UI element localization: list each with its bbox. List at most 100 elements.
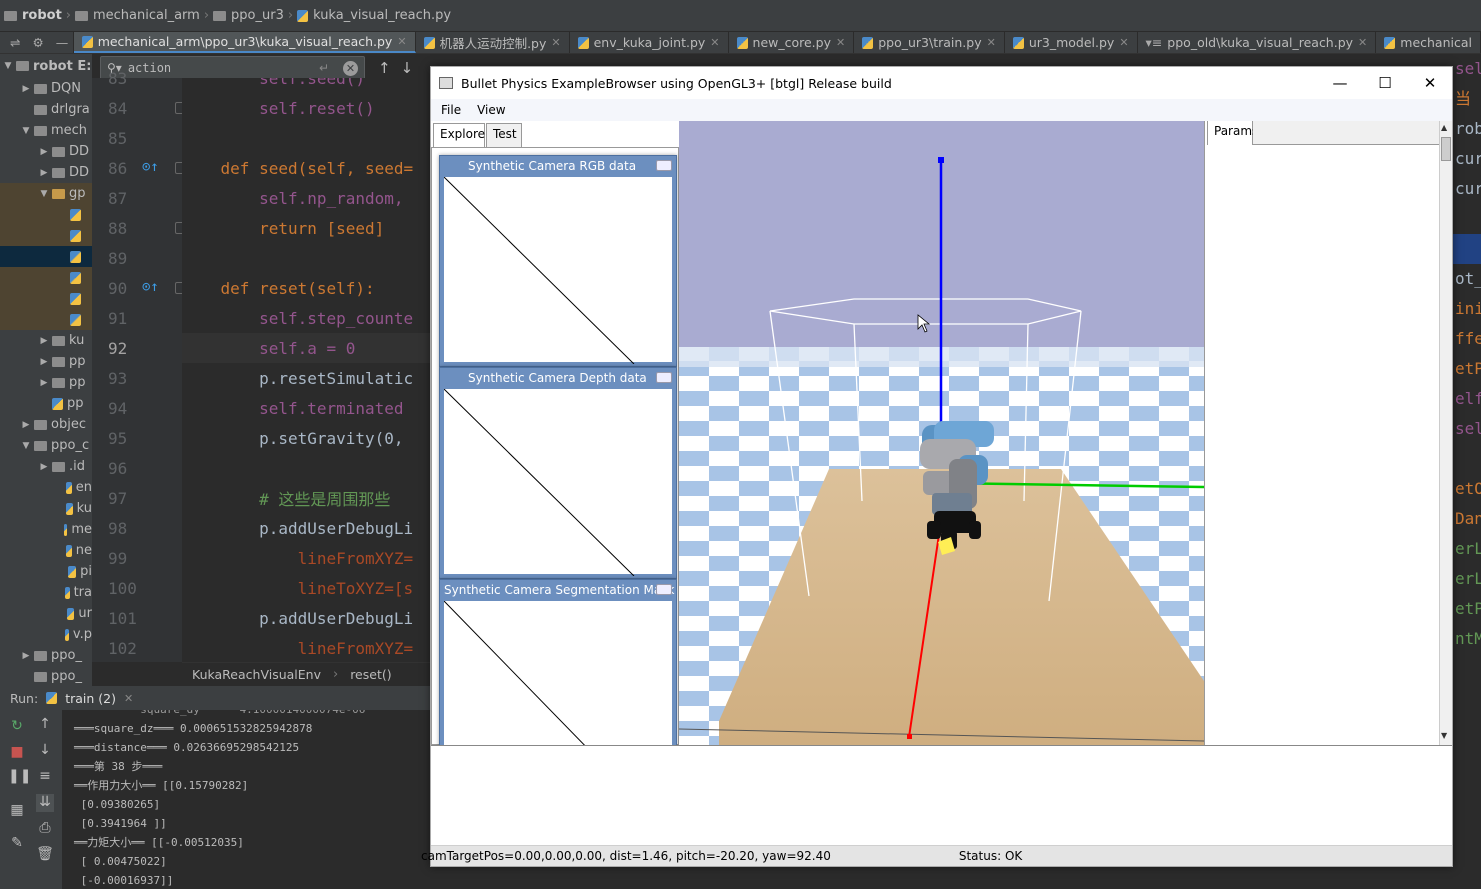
code-editor[interactable]: self.seed() self.reset() def seed(self, … [182,78,432,662]
menu-view[interactable]: View [477,103,505,117]
up-arrow-icon[interactable]: ↑ [36,716,54,734]
down-arrow-icon[interactable]: ↓ [36,742,54,760]
clear-search-icon[interactable]: ✕ [343,60,358,76]
code-line[interactable]: def seed(self, seed= [182,153,432,183]
tab-robot-motion-control[interactable]: 机器人运动控制.py ✕ [416,32,570,53]
override-method-icon[interactable]: ⊙↑ [142,279,160,297]
tab-mechanical[interactable]: mechanical [1376,32,1481,53]
scroll-up-icon[interactable]: ▲ [1441,123,1451,133]
editor-crumb-class[interactable]: KukaReachVisualEnv [192,667,321,682]
project-tree-item[interactable]: ▼ mech [0,120,92,141]
expanded-arrow-icon[interactable]: ▼ [4,61,12,71]
code-line[interactable]: p.addUserDebugLi [182,513,432,543]
print-icon[interactable]: ⎙ [36,820,54,838]
scroll-to-end-icon[interactable]: ⇊ [36,794,54,812]
code-line[interactable]: return [seed] [182,213,432,243]
maximize-icon[interactable]: ☐ [1362,67,1408,99]
code-line[interactable]: lineFromXYZ= [182,543,432,573]
override-method-icon[interactable]: ⊙↑ [142,159,160,177]
code-line[interactable]: lineToXYZ=[s [182,573,432,603]
project-tree-item[interactable]: tra [0,582,92,603]
scroll-down-icon[interactable]: ▼ [1441,731,1451,741]
menu-file[interactable]: File [441,103,461,117]
gear-icon[interactable]: ⚙ [32,35,43,50]
pin-icon[interactable]: ✎ [8,835,26,853]
code-line[interactable]: def reset(self): [182,273,432,303]
tab-explorer[interactable]: Explorer [433,123,490,147]
vertical-scrollbar[interactable]: ▲ ▼ [1439,121,1452,745]
tab-train[interactable]: ppo_ur3\train.py ✕ [854,32,1005,53]
code-line[interactable]: self.step_counte [182,303,432,333]
code-line[interactable]: # 这些是周围那些 [182,483,432,513]
minimize-icon[interactable] [656,372,672,383]
project-tree-item[interactable] [0,225,92,246]
pause-icon[interactable]: ❚❚ [8,768,31,786]
expanded-arrow-icon[interactable]: ▼ [22,126,30,136]
project-tree-item[interactable] [0,267,92,288]
project-tree-item[interactable]: ▶ .id [0,456,92,477]
code-line[interactable]: p.resetSimulatic [182,363,432,393]
collapsed-arrow-icon[interactable]: ▶ [40,336,48,346]
project-tree-item[interactable] [0,309,92,330]
project-tree-item[interactable] [0,246,92,267]
previous-occurrence-icon[interactable]: ↑ [378,59,391,77]
run-config-tab[interactable]: train (2) [65,691,116,706]
layout-icon[interactable]: ▦ [8,802,26,820]
close-icon[interactable]: ✕ [836,36,845,49]
code-line[interactable]: self.a = 0 [182,333,432,363]
project-tree-item[interactable]: drlgra [0,99,92,120]
code-line[interactable]: p.setGravity(0, [182,423,432,453]
minimize-icon[interactable] [656,584,672,595]
code-line[interactable]: self.reset() [182,93,432,123]
collapse-all-icon[interactable]: ⇌ [10,35,20,50]
project-tree-item[interactable]: pp [0,393,92,414]
project-tree-item[interactable]: en [0,477,92,498]
project-tree-item[interactable]: ▶ pp [0,351,92,372]
collapsed-arrow-icon[interactable]: ▶ [40,462,48,472]
collapsed-arrow-icon[interactable]: ▶ [40,147,48,157]
project-tree-item[interactable]: ppo_ [0,666,92,687]
project-tree-item[interactable] [0,288,92,309]
soft-wrap-icon[interactable]: ≡ [36,768,54,786]
collapsed-arrow-icon[interactable]: ▶ [40,168,48,178]
project-tree-item[interactable]: ▼ robot E: [0,54,92,78]
tab-params[interactable]: Params [1207,121,1258,145]
project-tree-item[interactable]: ur [0,603,92,624]
close-icon[interactable]: ✕ [551,36,560,49]
tab-kuka-visual-reach[interactable]: mechanical_arm\ppo_ur3\kuka_visual_reach… [73,32,416,53]
close-icon[interactable]: ✕ [1119,36,1128,49]
collapsed-arrow-icon[interactable]: ▶ [22,84,30,94]
project-tree-item[interactable]: ▶ DD [0,162,92,183]
code-line[interactable]: p.addUserDebugLi [182,603,432,633]
trash-icon[interactable]: 🗑 [36,846,54,864]
code-line[interactable]: lineFromXYZ= [182,633,432,662]
project-tree-item[interactable]: ▶ DD [0,141,92,162]
camera-panel-rgb[interactable]: Synthetic Camera RGB data [439,155,677,367]
crumb-mechanical-arm[interactable]: mechanical_arm [75,8,200,23]
project-tree-item[interactable]: ▶ objec [0,414,92,435]
tab-ur3-model[interactable]: ur3_model.py ✕ [1005,32,1138,53]
project-tree-item[interactable]: ku [0,498,92,519]
project-tree-item[interactable]: ▼ ppo_c [0,435,92,456]
crumb-file[interactable]: kuka_visual_reach.py [297,8,451,23]
project-tree-item[interactable]: ▶ ku [0,330,92,351]
collapsed-arrow-icon[interactable]: ▶ [40,357,48,367]
project-tree-item[interactable]: v.p [0,624,92,645]
close-icon[interactable]: ✕ [1358,36,1367,49]
collapsed-arrow-icon[interactable]: ▶ [22,651,30,661]
code-line[interactable]: self.seed() [182,78,432,93]
project-tree-item[interactable]: ▶ ppo_ [0,645,92,666]
expanded-arrow-icon[interactable]: ▼ [22,441,30,451]
tab-env-kuka-joint[interactable]: env_kuka_joint.py ✕ [570,32,729,53]
code-line[interactable]: self.np_random, [182,183,432,213]
tab-test[interactable]: Test [486,123,522,147]
collapsed-arrow-icon[interactable]: ▶ [40,378,48,388]
camera-panel-depth[interactable]: Synthetic Camera Depth data [439,367,677,579]
project-tree-item[interactable]: ▶ pp [0,372,92,393]
scrollbar-thumb[interactable] [1441,137,1451,161]
tab-ppo-old-kuka-visual-reach[interactable]: ▾≡ ppo_old\kuka_visual_reach.py ✕ [1138,32,1377,53]
code-line[interactable] [182,123,432,153]
tab-list-icon[interactable]: ▾≡ [1146,35,1163,50]
hide-panel-icon[interactable]: — [56,35,69,50]
editor-crumb-method[interactable]: reset() [350,667,391,682]
